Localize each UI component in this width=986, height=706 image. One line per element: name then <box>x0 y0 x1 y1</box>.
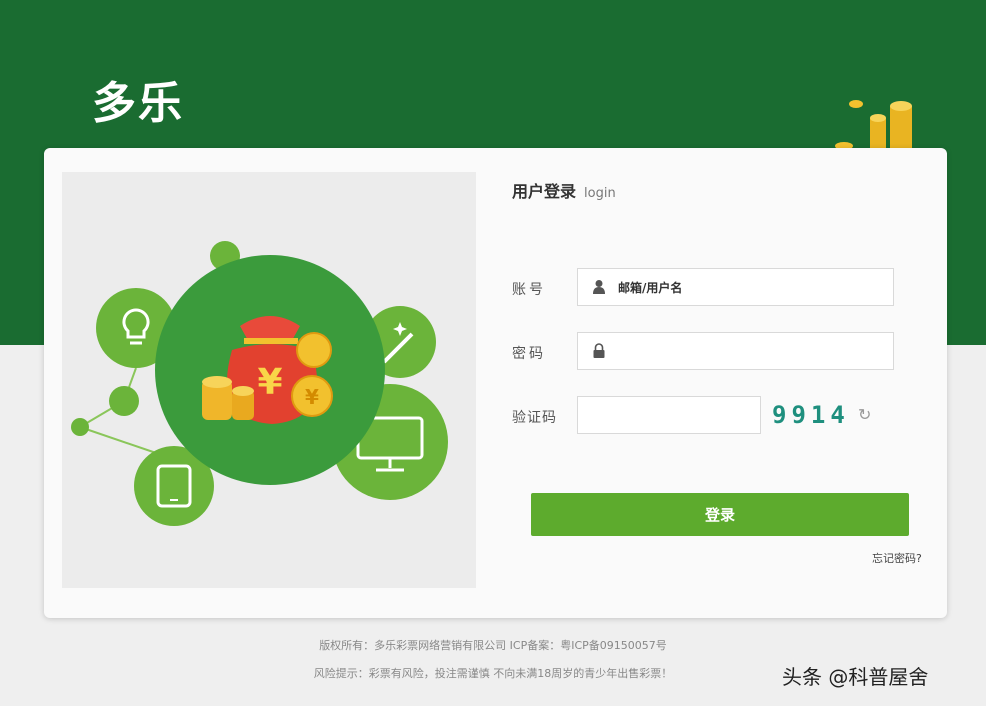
account-input-value: 邮箱/用户名 <box>618 280 683 295</box>
login-subtitle: login <box>584 186 616 201</box>
login-title-text: 用户登录 <box>512 182 577 201</box>
brand-logo: 多乐 <box>92 78 184 129</box>
svg-text:¥: ¥ <box>305 385 319 409</box>
gold-coins-icon <box>835 100 912 152</box>
footer-copyright: 版权所有：多乐彩票网络营销有限公司 ICP备案：粤ICP备09150057号 <box>319 639 667 652</box>
refresh-icon[interactable]: ↻ <box>858 405 871 424</box>
captcha-label: 验证码 <box>512 410 557 426</box>
captcha-image[interactable]: 9914 <box>772 401 850 429</box>
password-input[interactable] <box>577 332 894 370</box>
password-label: 密码 <box>512 346 546 362</box>
login-title: 用户登录 login <box>512 178 616 202</box>
watermark: 头条 @科普屋舍 <box>782 665 929 689</box>
login-button[interactable]: 登录 <box>531 493 909 536</box>
lock-icon <box>593 343 605 358</box>
account-input[interactable]: 邮箱/用户名 <box>577 268 894 306</box>
svg-text:¥: ¥ <box>257 362 282 403</box>
forgot-password-link[interactable]: 忘记密码? <box>872 550 922 566</box>
illustration-panel: ¥ ¥ <box>62 172 476 588</box>
account-label: 账号 <box>512 282 546 298</box>
user-icon <box>593 280 605 294</box>
captcha-input[interactable] <box>577 396 761 434</box>
